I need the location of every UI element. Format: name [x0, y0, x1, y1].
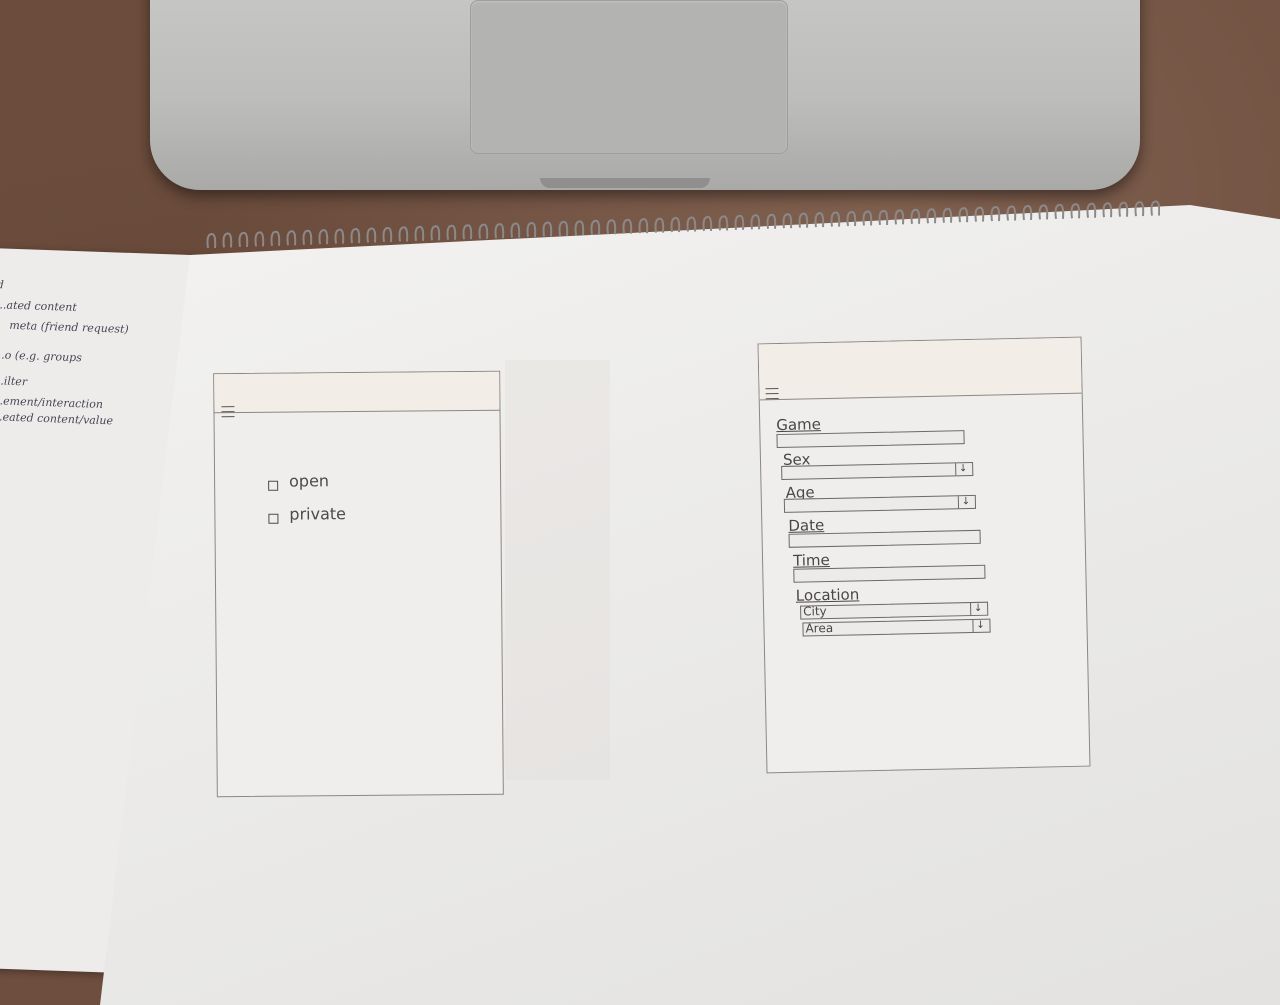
spiral-coil [302, 229, 313, 245]
spiral-coil [1022, 204, 1033, 221]
spiral-coil [462, 224, 473, 240]
chevron-down-icon: ↓ [970, 602, 986, 616]
city-select[interactable]: City ↓ [800, 601, 989, 620]
spiral-coil [558, 220, 569, 237]
ghost-panel-sketch [505, 360, 610, 780]
note-line: d [0, 278, 4, 292]
spiral-coil [526, 221, 537, 238]
hamburger-icon[interactable] [765, 388, 779, 400]
spiral-coil [430, 225, 441, 241]
spiral-coil [590, 219, 601, 235]
location-label: Location [795, 585, 860, 605]
spiral-coil [862, 210, 873, 226]
note-line: ...ilter [0, 374, 28, 389]
checkbox-open[interactable] [268, 480, 279, 491]
spiral-coil [494, 223, 505, 239]
spiral-coil [974, 206, 985, 222]
spiral-coil [814, 212, 825, 228]
spiral-coil [1150, 200, 1160, 216]
spiral-coil [510, 222, 521, 238]
spiral-coil [446, 224, 457, 240]
game-input[interactable] [776, 430, 965, 449]
spiral-coil [238, 231, 249, 248]
note-line: ...ated content [0, 298, 78, 315]
spiral-coil [1054, 203, 1065, 219]
spiral-coil [366, 227, 377, 243]
wireframe-right: Game Sex ↓ Age ↓ Date Time Location City… [757, 336, 1091, 774]
city-label: City [803, 604, 827, 619]
option-open-label: open [289, 471, 330, 491]
spiral-coil [254, 231, 265, 247]
spiral-coil [1086, 202, 1097, 218]
spiral-coil [670, 217, 681, 233]
spiral-coil [414, 225, 425, 241]
spiral-coil [990, 206, 1001, 222]
spiral-coil [334, 228, 345, 244]
spiral-coil [478, 223, 489, 239]
hamburger-icon[interactable] [221, 406, 235, 418]
chevron-down-icon: ↓ [955, 463, 971, 476]
time-input[interactable] [793, 564, 986, 583]
spiral-coil [878, 209, 889, 226]
spiral-coil [894, 209, 905, 225]
spiral-coil [702, 215, 713, 232]
spiral-coil [350, 228, 361, 244]
spiral-coil [286, 230, 297, 246]
spiral-coil [222, 232, 233, 248]
spiral-coil [718, 215, 729, 231]
spiral-coil [734, 214, 745, 230]
date-label: Date [788, 516, 825, 535]
laptop [150, 0, 1140, 190]
spiral-coil [782, 213, 793, 229]
spiral-coil [574, 220, 585, 236]
spiral-coil [1070, 203, 1081, 219]
spiral-coil [750, 214, 761, 230]
spiral-binding [206, 200, 1160, 249]
area-select[interactable]: Area ↓ [802, 618, 991, 637]
spiral-coil [910, 208, 921, 224]
spiral-coil [958, 207, 969, 223]
spiral-coil [1006, 205, 1017, 221]
spiral-coil [926, 208, 937, 224]
wireframe-left-header [214, 371, 500, 414]
sex-select[interactable]: ↓ [781, 461, 974, 480]
time-label: Time [792, 550, 830, 570]
spiral-coil [622, 218, 633, 234]
chevron-down-icon: ↓ [972, 619, 988, 632]
spiral-coil [206, 232, 217, 249]
chevron-down-icon: ↓ [957, 495, 974, 509]
note-line: meta (friend request) [9, 318, 129, 336]
spiral-coil [606, 219, 617, 235]
spiral-coil [846, 210, 857, 227]
date-input[interactable] [788, 529, 981, 548]
laptop-trackpad [470, 0, 788, 154]
spiral-coil [766, 213, 777, 229]
area-label: Area [805, 620, 834, 636]
spiral-coil [270, 230, 281, 246]
spiral-coil [382, 226, 393, 243]
note-line: ...ement/interaction [0, 394, 104, 412]
wireframe-right-header [758, 337, 1082, 401]
wireframe-left: open private [213, 370, 504, 798]
spiral-coil [318, 229, 329, 245]
spiral-coil [542, 221, 553, 237]
option-private-label: private [289, 504, 347, 524]
spiral-coil [686, 216, 697, 232]
game-label: Game [776, 415, 822, 435]
spiral-coil [1038, 204, 1049, 220]
spiral-coil [398, 226, 409, 242]
note-line: ...o (e.g. groups [0, 348, 83, 365]
spiral-coil [638, 218, 649, 234]
spiral-coil [942, 207, 953, 223]
spiral-coil [654, 217, 665, 233]
note-line: ...eated content/value [0, 410, 114, 428]
spiral-coil [1118, 201, 1129, 217]
spiral-coil [1134, 201, 1145, 217]
spiral-coil [1102, 202, 1113, 218]
checkbox-private[interactable] [268, 513, 279, 524]
age-select[interactable]: ↓ [783, 494, 977, 513]
spiral-coil [798, 212, 809, 228]
spiral-coil [830, 211, 841, 227]
